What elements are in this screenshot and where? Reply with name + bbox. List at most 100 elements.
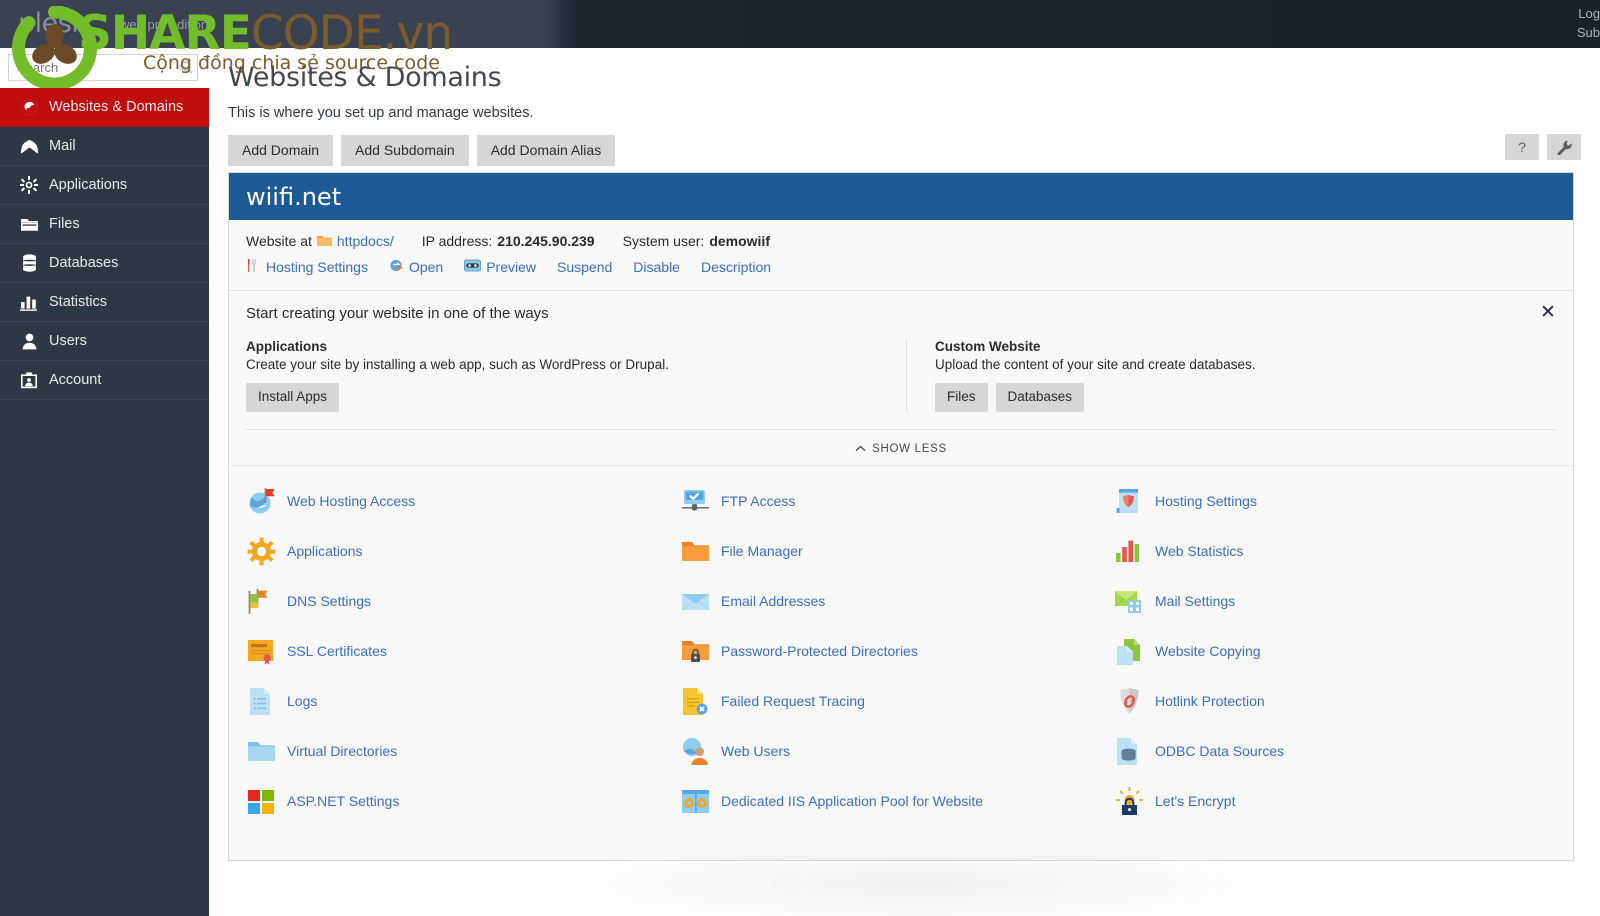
add-subdomain-button[interactable]: Add Subdomain — [341, 135, 469, 166]
promo-description: Create your site by installing a web app… — [246, 357, 669, 372]
sidebar-item-mail[interactable]: Mail — [0, 127, 209, 166]
help-button[interactable]: ? — [1505, 134, 1539, 160]
tool-logs[interactable]: Logs — [246, 676, 680, 726]
windows-squares-icon — [246, 786, 277, 817]
tool-label: Dedicated IIS Application Pool for Websi… — [721, 793, 984, 809]
tool-label: Hotlink Protection — [1155, 693, 1265, 709]
tool-password-protected-directories[interactable]: Password-Protected Directories — [680, 626, 1114, 676]
website-at-label: Website at — [246, 233, 312, 249]
page-utility-buttons: ? — [1505, 134, 1581, 160]
plesk-logo: plesk — [18, 8, 87, 39]
tool-ftp-access[interactable]: FTP Access — [680, 476, 1114, 526]
show-less-area: SHOW LESS — [246, 429, 1556, 465]
tool-lets-encrypt[interactable]: Let's Encrypt — [1114, 776, 1573, 826]
user-icon — [18, 331, 40, 351]
suspend-link[interactable]: Suspend — [557, 259, 612, 275]
sidebar-item-label: Mail — [49, 138, 76, 154]
open-action[interactable]: Open — [389, 258, 443, 276]
databases-button[interactable]: Databases — [995, 383, 1085, 412]
tool-virtual-directories[interactable]: Virtual Directories — [246, 726, 680, 776]
tool-label: ASP.NET Settings — [287, 793, 400, 809]
database-icon — [18, 253, 40, 273]
promo-heading: Start creating your website in one of th… — [246, 305, 549, 322]
tool-label: Web Users — [721, 743, 790, 759]
tool-ssl-certificates[interactable]: SSL Certificates — [246, 626, 680, 676]
globe-icon — [18, 97, 40, 117]
folder-orange-small-icon — [316, 235, 332, 247]
httpdocs-link[interactable]: httpdocs/ — [337, 233, 394, 249]
promo-custom-website-column: Custom Website Upload the content of you… — [906, 339, 1556, 412]
domain-info: Website at httpdocs/ IP address: 210.245… — [229, 220, 1573, 276]
sidebar-item-files[interactable]: Files — [0, 205, 209, 244]
tool-web-users[interactable]: Web Users — [680, 726, 1114, 776]
add-domain-button[interactable]: Add Domain — [228, 135, 334, 166]
tool-hosting-settings[interactable]: Hosting Settings — [1114, 476, 1573, 526]
tool-label: SSL Certificates — [287, 643, 387, 659]
install-apps-button[interactable]: Install Apps — [246, 383, 340, 412]
chevron-up-icon — [855, 443, 866, 455]
tool-label: DNS Settings — [287, 593, 372, 609]
tools-icon — [246, 258, 261, 276]
tool-failed-request-tracing[interactable]: Failed Request Tracing — [680, 676, 1114, 726]
system-user-label: System user: — [622, 233, 705, 249]
show-less-toggle[interactable]: SHOW LESS — [855, 443, 947, 455]
copy-pages-icon — [1114, 636, 1145, 667]
sidebar-item-databases[interactable]: Databases — [0, 244, 209, 283]
envelope-blue-icon — [680, 586, 711, 617]
bar-chart-icon — [18, 292, 40, 312]
page-subtitle: This is where you set up and manage webs… — [228, 105, 534, 121]
tool-applications[interactable]: Applications — [246, 526, 680, 576]
promo-description: Upload the content of your site and crea… — [935, 357, 1256, 372]
open-link[interactable]: Open — [409, 259, 443, 275]
tool-dedicated-iis-application-pool[interactable]: Dedicated IIS Application Pool for Websi… — [680, 776, 1114, 826]
open-arrow-icon — [389, 258, 404, 276]
document-error-icon — [680, 686, 711, 717]
envelope-icon — [18, 136, 40, 156]
wrench-icon[interactable] — [1547, 134, 1581, 160]
tool-label: File Manager — [721, 543, 803, 559]
domain-tools-grid: Web Hosting Access FTP Access Hosting Se… — [229, 465, 1573, 860]
sidebar-item-users[interactable]: Users — [0, 322, 209, 361]
website-creation-promo: ✕ Start creating your website in one of … — [229, 291, 1573, 465]
tool-odbc-data-sources[interactable]: ODBC Data Sources — [1114, 726, 1573, 776]
tool-label: ODBC Data Sources — [1155, 743, 1285, 759]
sidebar-item-websites-domains[interactable]: Websites & Domains — [0, 88, 209, 127]
description-link[interactable]: Description — [701, 259, 771, 275]
close-icon[interactable]: ✕ — [1538, 303, 1558, 323]
tool-hotlink-protection[interactable]: Hotlink Protection — [1114, 676, 1573, 726]
sidebar-item-applications[interactable]: Applications — [0, 166, 209, 205]
subscription-label[interactable]: Sub — [1510, 23, 1600, 42]
ip-address-label: IP address: — [421, 233, 493, 249]
tool-label: Web Hosting Access — [287, 493, 416, 509]
odbc-database-icon — [1114, 736, 1145, 767]
preview-action[interactable]: Preview — [464, 259, 536, 275]
tool-web-statistics[interactable]: Web Statistics — [1114, 526, 1573, 576]
folder-lock-icon — [680, 636, 711, 667]
logged-in-label[interactable]: Log — [1510, 4, 1600, 23]
system-user-group: System user: demowiif — [623, 233, 770, 249]
tool-mail-settings[interactable]: Mail Settings — [1114, 576, 1573, 626]
add-domain-alias-button[interactable]: Add Domain Alias — [476, 135, 616, 166]
hosting-settings-link[interactable]: Hosting Settings — [266, 259, 368, 275]
search-area — [0, 48, 209, 88]
ip-address-value: 210.245.90.239 — [497, 233, 595, 249]
sidebar-item-account[interactable]: Account — [0, 361, 209, 400]
gear-icon — [18, 175, 40, 195]
tool-website-copying[interactable]: Website Copying — [1114, 626, 1573, 676]
sidebar-item-label: Statistics — [49, 294, 108, 310]
tool-dns-settings[interactable]: DNS Settings — [246, 576, 680, 626]
tool-web-hosting-access[interactable]: Web Hosting Access — [246, 476, 680, 526]
tool-asp-net-settings[interactable]: ASP.NET Settings — [246, 776, 680, 826]
tool-label: FTP Access — [721, 493, 796, 509]
search-input[interactable] — [8, 54, 198, 81]
preview-link[interactable]: Preview — [486, 259, 536, 275]
sidebar-item-label: Users — [49, 333, 87, 349]
domain-actions: Hosting Settings Open Preview Suspend Di… — [246, 258, 1573, 276]
tool-file-manager[interactable]: File Manager — [680, 526, 1114, 576]
hosting-settings-action[interactable]: Hosting Settings — [246, 258, 368, 276]
sidebar-item-label: Databases — [49, 255, 119, 271]
files-button[interactable]: Files — [935, 383, 988, 412]
disable-link[interactable]: Disable — [633, 259, 680, 275]
sidebar-item-statistics[interactable]: Statistics — [0, 283, 209, 322]
tool-email-addresses[interactable]: Email Addresses — [680, 576, 1114, 626]
